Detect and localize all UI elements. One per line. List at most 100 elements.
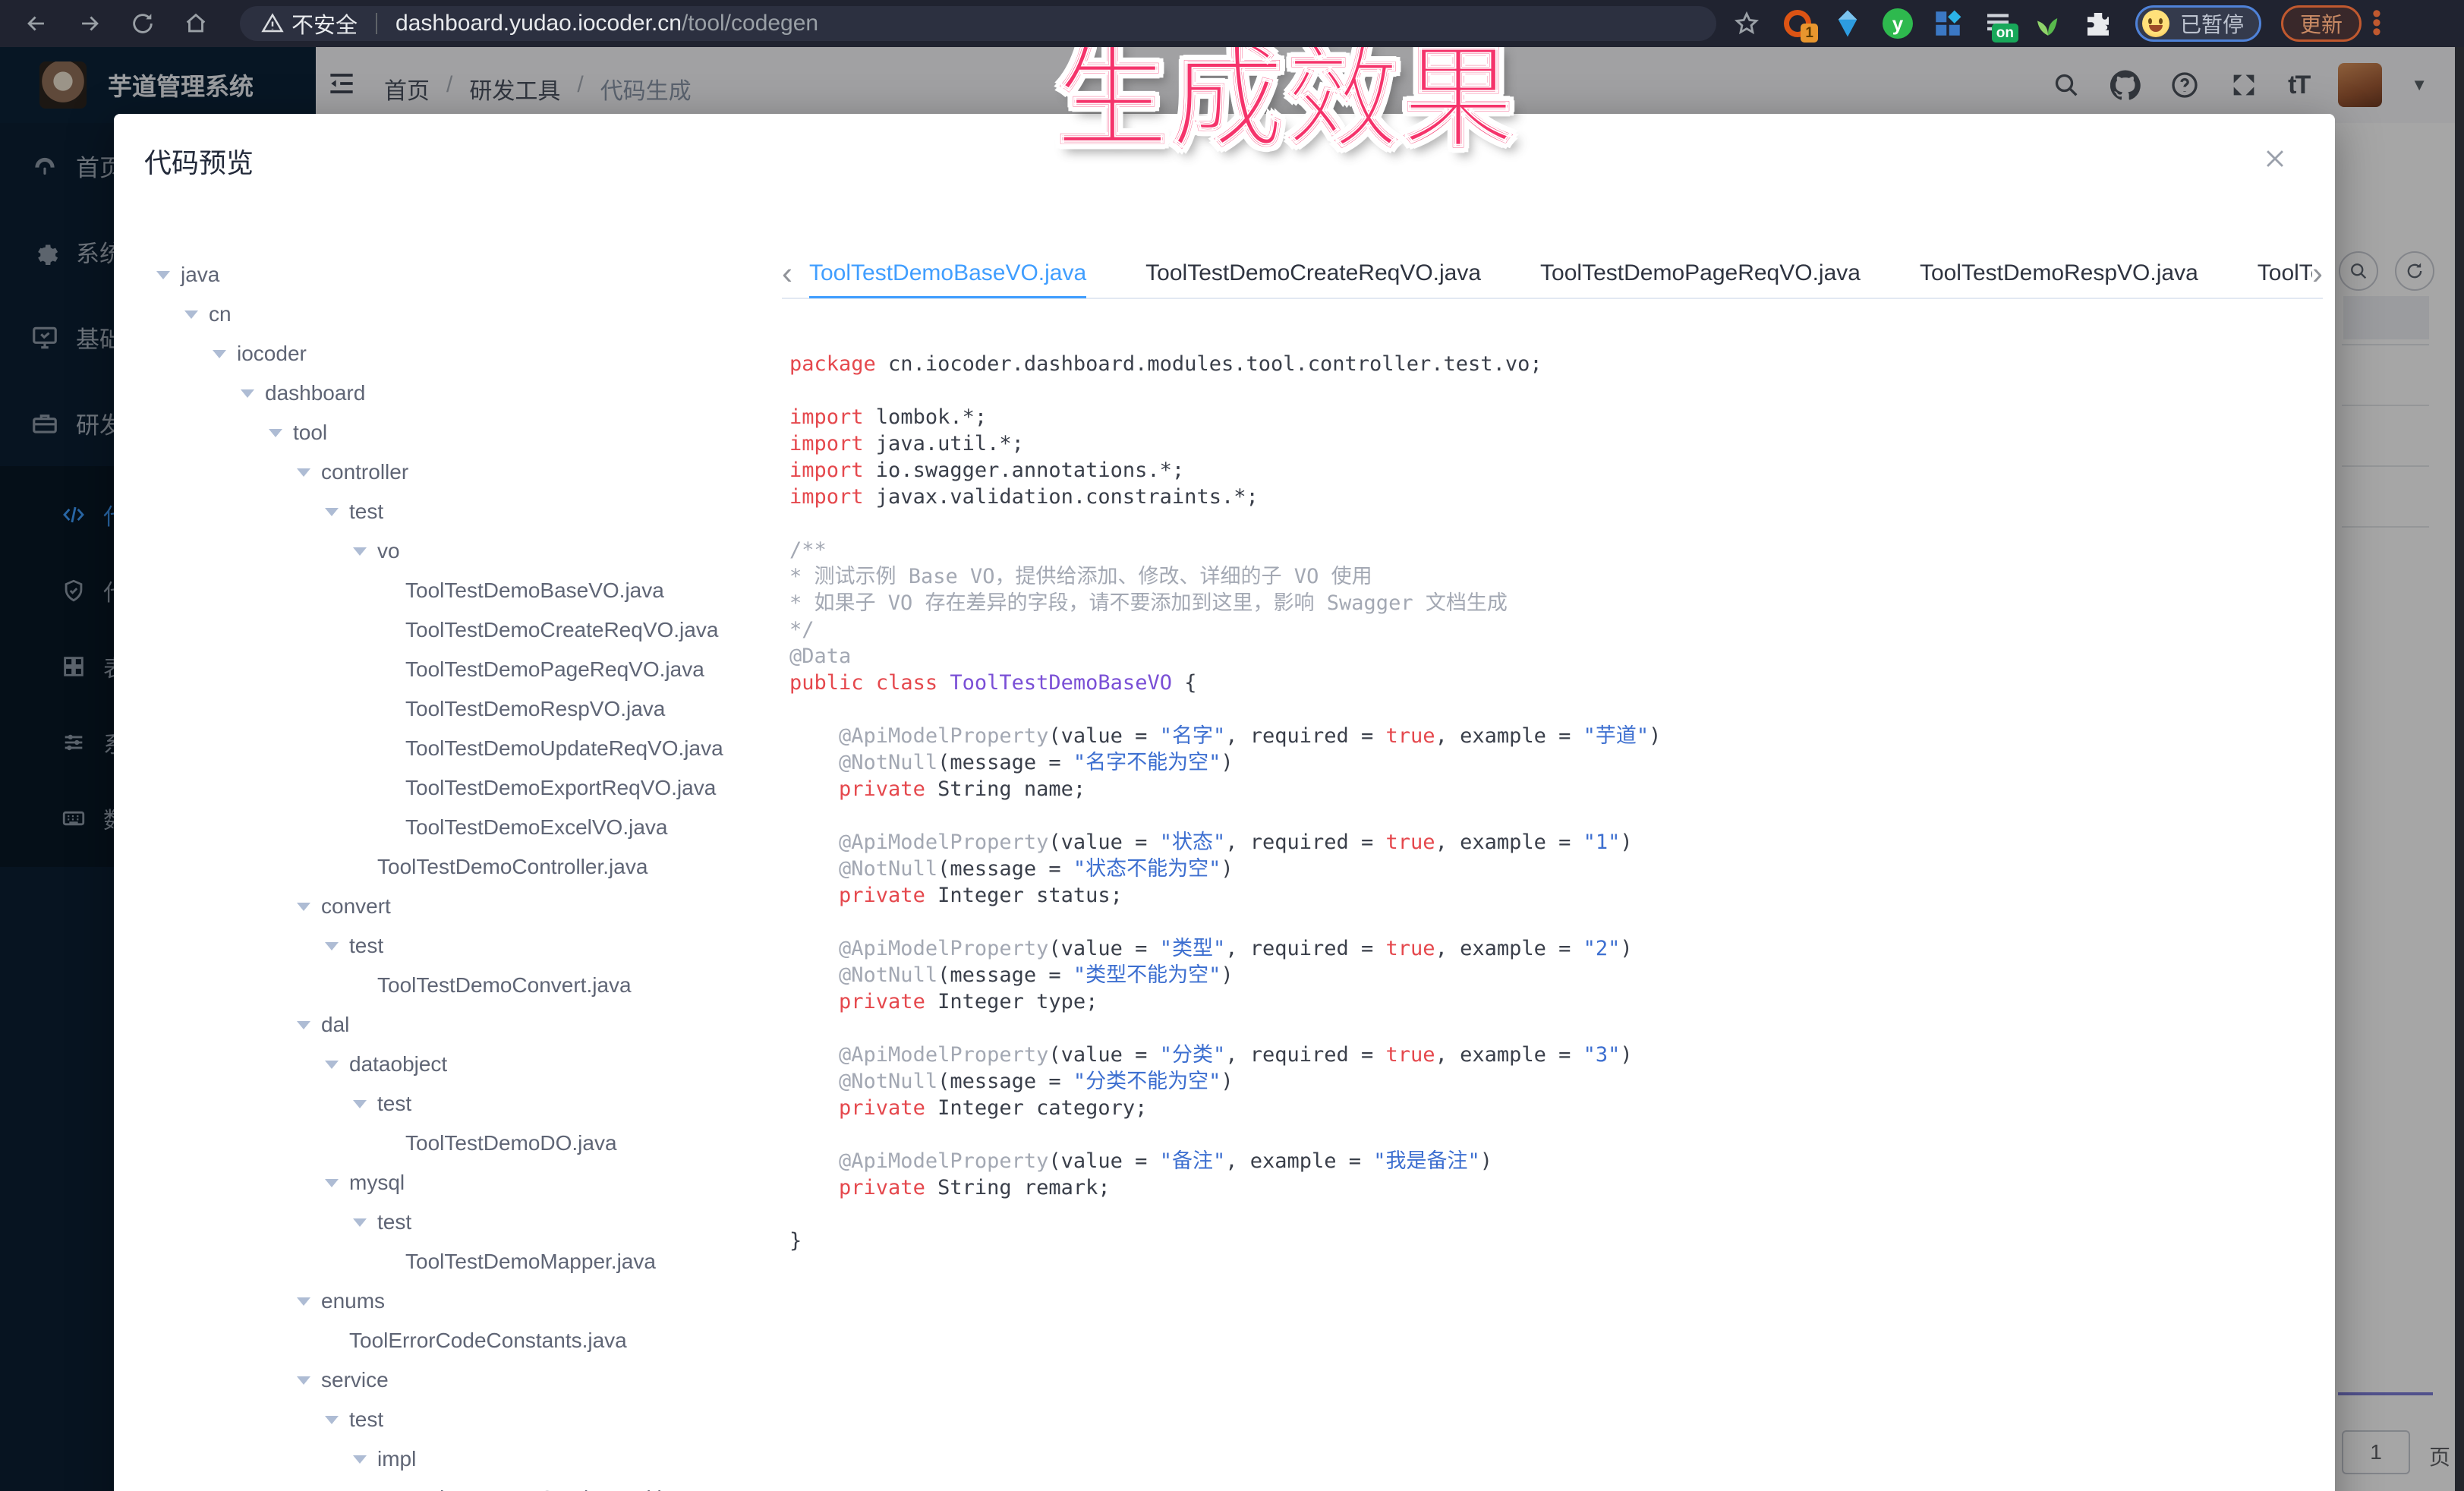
tree-node-file[interactable]: ToolTestDemoRespVO.java xyxy=(152,689,774,729)
code-line: import javax.validation.constraints.*; xyxy=(789,484,2320,510)
tree-caret-icon[interactable] xyxy=(208,350,237,358)
tab-0[interactable]: ToolTestDemoBaseVO.java xyxy=(809,248,1086,298)
tree-node-folder[interactable]: vo xyxy=(152,531,774,571)
tree-caret-icon[interactable] xyxy=(264,429,293,437)
code-content: package cn.iocoder.dashboard.modules.too… xyxy=(789,351,2320,1491)
tree-caret-icon[interactable] xyxy=(320,1061,349,1069)
security-label[interactable]: 不安全 xyxy=(291,8,358,39)
tree-node-label: ToolTestDemoServiceImpl.java xyxy=(405,1486,696,1491)
tree-node-folder[interactable]: java xyxy=(152,255,774,295)
tree-node-file[interactable]: ToolTestDemoController.java xyxy=(152,847,774,887)
close-icon[interactable] xyxy=(2262,146,2292,176)
home-icon[interactable] xyxy=(179,7,213,40)
tree-node-file[interactable]: ToolTestDemoUpdateReqVO.java xyxy=(152,729,774,768)
tree-caret-icon[interactable] xyxy=(348,1100,377,1108)
tree-node-file[interactable]: ToolTestDemoDO.java xyxy=(152,1124,774,1163)
tree-node-folder[interactable]: controller xyxy=(152,452,774,492)
tree-caret-icon[interactable] xyxy=(348,547,377,556)
url-path[interactable]: /tool/codegen xyxy=(682,11,818,36)
tree-node-file[interactable]: ToolTestDemoConvert.java xyxy=(152,966,774,1005)
tree-node-label: ToolErrorCodeConstants.java xyxy=(349,1329,627,1353)
extension-grid-icon[interactable] xyxy=(1932,8,1964,39)
tree-node-file[interactable]: ToolTestDemoExcelVO.java xyxy=(152,808,774,847)
tree-caret-icon[interactable] xyxy=(348,1455,377,1464)
tree-node-folder[interactable]: impl xyxy=(152,1439,774,1479)
tab-3[interactable]: ToolTestDemoRespVO.java xyxy=(1920,248,2198,298)
tree-caret-icon[interactable] xyxy=(320,508,349,516)
code-line: import java.util.*; xyxy=(789,430,2320,457)
tree-node-folder[interactable]: test xyxy=(152,1203,774,1242)
tree-node-folder[interactable]: dataobject xyxy=(152,1045,774,1084)
tree-node-file[interactable]: ToolTestDemoExportReqVO.java xyxy=(152,768,774,808)
tree-node-folder[interactable]: test xyxy=(152,1084,774,1124)
tree-node-label: mysql xyxy=(349,1171,405,1195)
code-line xyxy=(789,377,2320,404)
extension-leaf-icon[interactable] xyxy=(2032,8,2064,39)
tree-caret-icon[interactable] xyxy=(320,1179,349,1187)
prev-tab-arrow-icon[interactable]: ‹ xyxy=(782,257,792,289)
code-line: @ApiModelProperty(value = "类型", required… xyxy=(789,935,2320,962)
tree-node-file[interactable]: ToolErrorCodeConstants.java xyxy=(152,1321,774,1360)
security-warning-icon[interactable] xyxy=(261,12,291,35)
tree-caret-icon[interactable] xyxy=(320,1416,349,1424)
code-line xyxy=(789,1201,2320,1228)
tree-node-folder[interactable]: iocoder xyxy=(152,334,774,374)
tree-node-label: ToolTestDemoMapper.java xyxy=(405,1250,656,1274)
tree-node-label: enums xyxy=(321,1289,385,1313)
tree-caret-icon[interactable] xyxy=(320,942,349,950)
code-line: private Integer status; xyxy=(789,882,2320,909)
tree-node-folder[interactable]: convert xyxy=(152,887,774,926)
code-line xyxy=(789,1121,2320,1148)
reload-icon[interactable] xyxy=(126,7,159,40)
tree-node-file[interactable]: ToolTestDemoPageReqVO.java xyxy=(152,650,774,689)
tab-2[interactable]: ToolTestDemoPageReqVO.java xyxy=(1540,248,1861,298)
code-line: private String remark; xyxy=(789,1174,2320,1201)
tree-node-folder[interactable]: test xyxy=(152,926,774,966)
code-line: * 如果子 VO 存在差异的字段，请不要添加到这里，影响 Swagger 文档生… xyxy=(789,590,2320,616)
extension-orange-icon[interactable]: 1 xyxy=(1782,8,1813,39)
extension-list-icon[interactable]: on xyxy=(1982,8,2014,39)
back-icon[interactable] xyxy=(20,7,53,40)
tree-node-folder[interactable]: test xyxy=(152,492,774,531)
tree-node-label: test xyxy=(377,1210,411,1234)
tab-4[interactable]: ToolTe xyxy=(2258,248,2312,298)
tree-node-folder[interactable]: test xyxy=(152,1400,774,1439)
tree-node-label: dal xyxy=(321,1013,349,1037)
tree-caret-icon[interactable] xyxy=(348,1218,377,1227)
tree-node-file[interactable]: ToolTestDemoMapper.java xyxy=(152,1242,774,1281)
extension-y-icon[interactable]: y xyxy=(1882,8,1914,39)
tree-node-folder[interactable]: mysql xyxy=(152,1163,774,1203)
tree-caret-icon[interactable] xyxy=(292,1297,321,1306)
browser-update-button[interactable]: 更新 xyxy=(2281,5,2362,42)
tab-1[interactable]: ToolTestDemoCreateReqVO.java xyxy=(1145,248,1481,298)
browser-menu-icon[interactable]: ••• xyxy=(2372,10,2381,37)
address-bar[interactable]: 不安全 dashboard.yudao.iocoder.cn /tool/cod… xyxy=(240,6,1716,41)
tree-node-file[interactable]: ToolTestDemoCreateReqVO.java xyxy=(152,610,774,650)
url-host[interactable]: dashboard.yudao.iocoder.cn xyxy=(395,11,682,36)
tree-node-folder[interactable]: enums xyxy=(152,1281,774,1321)
tree-node-file[interactable]: ToolTestDemoBaseVO.java xyxy=(152,571,774,610)
tree-node-file[interactable]: ToolTestDemoServiceImpl.java xyxy=(152,1479,774,1491)
tree-node-folder[interactable]: dal xyxy=(152,1005,774,1045)
tree-caret-icon[interactable] xyxy=(292,1376,321,1385)
bookmark-star-icon[interactable] xyxy=(1730,7,1763,40)
tree-node-label: dataobject xyxy=(349,1052,447,1076)
tree-caret-icon[interactable] xyxy=(152,271,181,279)
extension-gem-icon[interactable] xyxy=(1832,8,1864,39)
tree-node-label: vo xyxy=(377,539,400,563)
forward-icon[interactable] xyxy=(73,7,106,40)
tree-caret-icon[interactable] xyxy=(292,903,321,911)
extension-puzzle-icon[interactable] xyxy=(2082,8,2114,39)
tree-node-folder[interactable]: cn xyxy=(152,295,774,334)
tree-caret-icon[interactable] xyxy=(292,1021,321,1029)
next-tab-arrow-icon[interactable]: › xyxy=(2312,257,2323,289)
tree-node-label: ToolTestDemoController.java xyxy=(377,855,648,879)
tree-node-folder[interactable]: dashboard xyxy=(152,374,774,413)
tree-caret-icon[interactable] xyxy=(292,468,321,477)
browser-profile-chip[interactable]: 已暂停 xyxy=(2135,5,2261,42)
code-line: @NotNull(message = "类型不能为空") xyxy=(789,962,2320,988)
tree-node-folder[interactable]: service xyxy=(152,1360,774,1400)
tree-node-folder[interactable]: tool xyxy=(152,413,774,452)
tree-caret-icon[interactable] xyxy=(180,310,209,319)
tree-caret-icon[interactable] xyxy=(236,389,265,398)
